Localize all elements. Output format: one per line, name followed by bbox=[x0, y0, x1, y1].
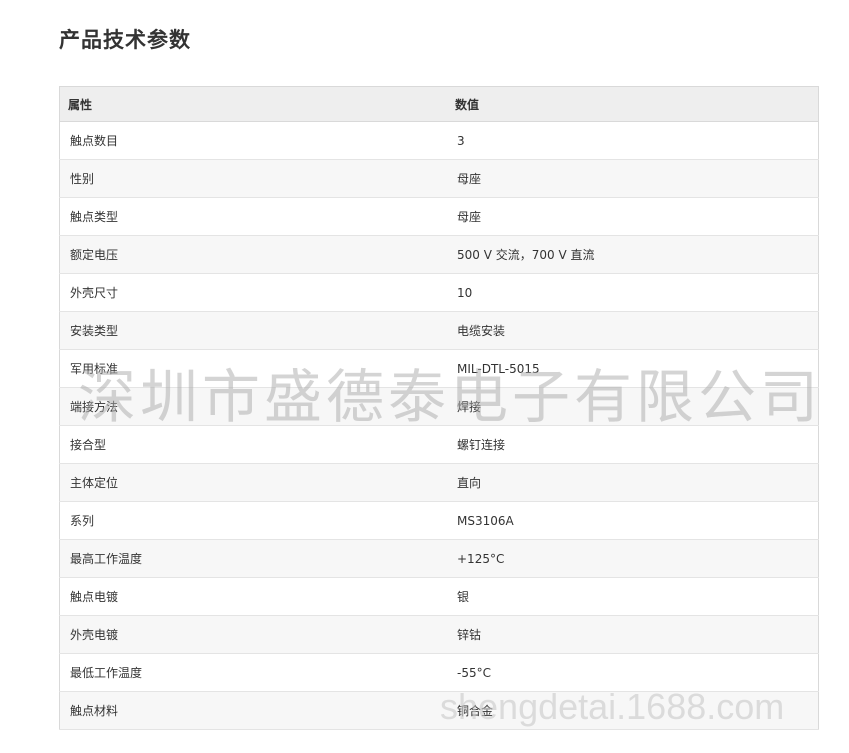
property-cell: 系列 bbox=[59, 501, 447, 540]
property-cell: 最高工作温度 bbox=[59, 539, 447, 578]
table-row: 最高工作温度 +125°C bbox=[59, 539, 819, 578]
table-row: 系列 MS3106A bbox=[59, 501, 819, 540]
table-row: 接合型 螺钉连接 bbox=[59, 425, 819, 464]
property-cell: 触点数目 bbox=[59, 121, 447, 160]
property-cell: 端接方法 bbox=[59, 387, 447, 426]
table-row: 触点数目 3 bbox=[59, 121, 819, 160]
value-cell: 500 V 交流，700 V 直流 bbox=[447, 235, 819, 274]
value-cell: 3 bbox=[447, 121, 819, 160]
value-cell: 电缆安装 bbox=[447, 311, 819, 350]
table-body: 触点数目 3 性别 母座 触点类型 母座 额定电压 500 V 交流，700 V 直流 外壳尺寸… bbox=[59, 121, 819, 730]
value-cell: 母座 bbox=[447, 197, 819, 236]
spec-table: 属性 数值 触点数目 3 性别 母座 触点类型 母座 额定电压 500 V 交流，700 V … bbox=[59, 86, 819, 730]
property-cell: 主体定位 bbox=[59, 463, 447, 502]
property-cell: 触点类型 bbox=[59, 197, 447, 236]
value-cell: MS3106A bbox=[447, 501, 819, 540]
property-cell: 军用标准 bbox=[59, 349, 447, 388]
property-cell: 触点材料 bbox=[59, 691, 447, 730]
table-row: 安装类型 电缆安装 bbox=[59, 311, 819, 350]
table-row: 触点材料 铜合金 bbox=[59, 691, 819, 730]
table-row: 触点电镀银 bbox=[59, 577, 819, 616]
property-cell: 性别 bbox=[59, 159, 447, 198]
property-cell: 触点电镀 bbox=[59, 577, 447, 616]
value-cell: -55°C bbox=[447, 653, 819, 692]
header-value: 数值 bbox=[447, 86, 819, 122]
value-cell: 锌钴 bbox=[447, 615, 819, 654]
value-cell: 直向 bbox=[447, 463, 819, 502]
value-cell: 银 bbox=[447, 577, 819, 616]
header-property: 属性 bbox=[59, 86, 447, 122]
page-title: 产品技术参数 bbox=[59, 28, 191, 52]
value-cell: 螺钉连接 bbox=[447, 425, 819, 464]
property-cell: 最低工作温度 bbox=[59, 653, 447, 692]
property-cell: 额定电压 bbox=[59, 235, 447, 274]
table-row: 军用标准 MIL-DTL-5015 bbox=[59, 349, 819, 388]
table-row: 外壳尺寸 10 bbox=[59, 273, 819, 312]
value-cell: 铜合金 bbox=[447, 691, 819, 730]
property-cell: 外壳电镀 bbox=[59, 615, 447, 654]
value-cell: 母座 bbox=[447, 159, 819, 198]
value-cell: 10 bbox=[447, 273, 819, 312]
value-cell: MIL-DTL-5015 bbox=[447, 349, 819, 388]
property-cell: 接合型 bbox=[59, 425, 447, 464]
table-row: 外壳电镀 锌钴 bbox=[59, 615, 819, 654]
value-cell: +125°C bbox=[447, 539, 819, 578]
table-row: 触点类型 母座 bbox=[59, 197, 819, 236]
page: 产品技术参数 属性 数值 触点数目 3 性别 母座 触点类型 母座 额定电压 500 V 交流… bbox=[0, 0, 849, 753]
property-cell: 安装类型 bbox=[59, 311, 447, 350]
table-row: 性别 母座 bbox=[59, 159, 819, 198]
table-row: 主体定位 直向 bbox=[59, 463, 819, 502]
property-cell: 外壳尺寸 bbox=[59, 273, 447, 312]
table-row: 最低工作温度 -55°C bbox=[59, 653, 819, 692]
value-cell: 焊接 bbox=[447, 387, 819, 426]
table-header-row: 属性 数值 bbox=[59, 86, 819, 122]
table-row: 额定电压 500 V 交流，700 V 直流 bbox=[59, 235, 819, 274]
table-row: 端接方法 焊接 bbox=[59, 387, 819, 426]
